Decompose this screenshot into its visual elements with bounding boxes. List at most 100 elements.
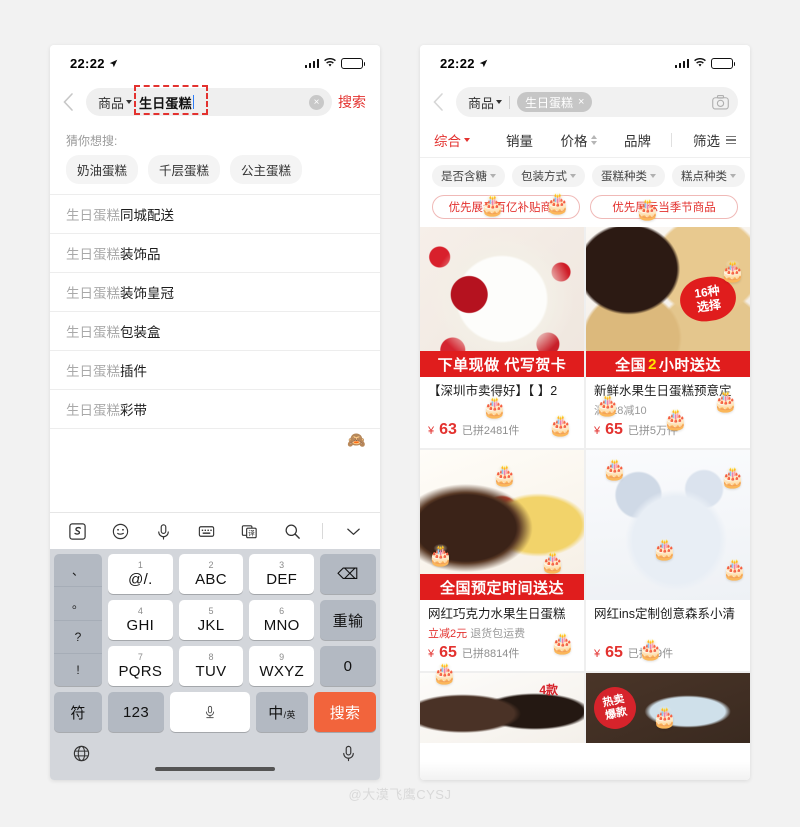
product-banner: 全国预定时间送达	[420, 574, 584, 600]
keyword-wrapper: 生日蛋糕	[134, 84, 309, 115]
tab-filter[interactable]: 筛选	[676, 130, 736, 150]
search-input-container[interactable]: 商品 生日蛋糕 ×	[86, 84, 332, 116]
key-8[interactable]: 8 TUV	[178, 646, 244, 686]
search-icon[interactable]	[279, 518, 305, 544]
filter-chip[interactable]: 蛋糕种类	[592, 165, 665, 187]
tab-price[interactable]: 价格	[549, 130, 608, 150]
key-exclaim[interactable]: !	[54, 654, 102, 686]
suggestion-chip[interactable]: 奶油蛋糕	[66, 155, 139, 184]
key-comma[interactable]: 、	[54, 554, 102, 588]
suggestion-prefix: 生日蛋糕	[66, 364, 120, 379]
globe-icon[interactable]	[72, 744, 91, 768]
symbol-key[interactable]: 符	[54, 692, 102, 732]
promo-button[interactable]: 优先展示百亿补贴商品	[432, 195, 580, 219]
collapse-icon[interactable]	[340, 518, 366, 544]
key-0[interactable]: 0	[319, 646, 376, 686]
battery-icon: ⚡	[711, 57, 735, 69]
product-image: 热卖 爆款	[586, 673, 750, 743]
list-item[interactable]: 生日蛋糕 装饰品	[50, 234, 380, 273]
search-input[interactable]: 生日蛋糕	[139, 93, 192, 112]
divider	[509, 95, 511, 109]
product-card[interactable]: 全国预定时间送达 网红巧克力水果生日蛋糕 立减2元 退货包运费 ¥ 65 已拼8…	[420, 450, 584, 671]
text-cursor	[192, 95, 195, 109]
left-search-bar: 商品 生日蛋糕 × 搜索	[50, 81, 380, 123]
chevron-down-icon	[730, 174, 736, 178]
product-card[interactable]: 4款	[420, 673, 584, 743]
tab-sales[interactable]: 销量	[490, 130, 549, 150]
product-card[interactable]: 下单现做 代写贺卡 【深圳市卖得好】【 】2 ¥ 63 已拼2481件	[420, 227, 584, 448]
product-card[interactable]: 网红ins定制创意森系小清 ¥ 65 已拼49件	[586, 450, 750, 671]
key-2[interactable]: 2 ABC	[178, 554, 244, 594]
suggestion-chip[interactable]: 公主蛋糕	[230, 155, 303, 184]
filter-chip[interactable]: 是否含糖	[432, 165, 505, 187]
numeric-key[interactable]: 123	[108, 692, 164, 732]
list-item[interactable]: 生日蛋糕 插件	[50, 351, 380, 390]
keyboard-icon[interactable]	[193, 518, 219, 544]
search-button[interactable]: 搜索	[338, 92, 366, 112]
category-selector[interactable]: 商品	[468, 93, 503, 112]
category-selector[interactable]: 商品	[98, 93, 133, 112]
key-3[interactable]: 3 DEF	[249, 554, 314, 594]
mic-icon[interactable]	[339, 744, 358, 768]
product-image: 下单现做 代写贺卡	[420, 227, 584, 377]
camera-icon[interactable]	[711, 93, 730, 112]
promo-button[interactable]: 优先展示当季节商品	[590, 195, 738, 219]
key-9[interactable]: 9 WXYZ	[249, 646, 314, 686]
status-bar-left: 22:22 ⚡	[50, 45, 380, 81]
product-badge: 4款	[539, 683, 558, 697]
list-item[interactable]: 生日蛋糕 装饰皇冠	[50, 273, 380, 312]
tab-comprehensive[interactable]: 综合	[434, 130, 490, 150]
product-card[interactable]: 热卖 爆款	[586, 673, 750, 743]
suggestion-suffix: 装饰品	[120, 247, 161, 262]
sort-arrows-icon	[590, 135, 597, 145]
category-label: 商品	[98, 95, 125, 111]
filter-chip[interactable]: 包装方式	[512, 165, 585, 187]
product-card[interactable]: 16种 选择 全国 2 小时送达 新鲜水果生日蛋糕预意定 满128减10 ¥ 6…	[586, 227, 750, 448]
key-5[interactable]: 5 JKL	[178, 600, 244, 640]
keyboard-rows: 、 。 ? ! 1 @/. 2 ABC 3 DEF ⌫ 4 GHI 5 JKL …	[50, 549, 380, 732]
key-4[interactable]: 4 GHI	[108, 600, 173, 640]
list-item[interactable]: 生日蛋糕 彩带	[50, 390, 380, 429]
enter-search-key[interactable]: 搜索	[314, 692, 376, 732]
chevron-down-icon	[496, 100, 503, 104]
monkey-icon: 🙈	[347, 432, 366, 449]
translate-icon[interactable]: 译	[236, 518, 262, 544]
tab-brand[interactable]: 品牌	[608, 130, 667, 150]
filter-chip[interactable]: 糕点种类	[672, 165, 745, 187]
sogou-logo-icon[interactable]	[64, 518, 90, 544]
product-subtitle	[594, 625, 742, 639]
redo-key[interactable]: 重输	[319, 600, 376, 640]
suggestion-chip[interactable]: 千层蛋糕	[148, 155, 221, 184]
key-question[interactable]: ?	[54, 621, 102, 654]
guess-you-want-label: 猜你想搜:	[66, 134, 118, 148]
key-6[interactable]: 6 MNO	[249, 600, 314, 640]
back-icon[interactable]	[428, 91, 450, 113]
key-1[interactable]: 1 @/.	[108, 554, 173, 594]
voice-icon[interactable]	[150, 518, 176, 544]
close-icon[interactable]: ×	[578, 96, 584, 108]
space-key[interactable]	[170, 692, 250, 732]
list-item[interactable]: 生日蛋糕 包装盒	[50, 312, 380, 351]
product-discount: 立减2元	[428, 628, 468, 640]
divider	[671, 133, 672, 147]
list-item[interactable]: 生日蛋糕 同城配送	[50, 195, 380, 234]
key-period[interactable]: 。	[54, 587, 102, 621]
category-label: 商品	[468, 95, 495, 111]
search-field[interactable]: 商品 生日蛋糕 ×	[456, 87, 738, 117]
product-info: 网红巧克力水果生日蛋糕 立减2元 退货包运费 ¥ 65 已拼8814件	[420, 600, 584, 671]
keyword-tag[interactable]: 生日蛋糕 ×	[517, 92, 593, 112]
chevron-down-icon	[650, 174, 656, 178]
suggestion-chips: 奶油蛋糕 千层蛋糕 公主蛋糕	[50, 155, 380, 194]
back-icon[interactable]	[58, 91, 80, 113]
backspace-key[interactable]: ⌫	[319, 554, 376, 594]
chevron-down-icon	[126, 100, 133, 104]
emoji-icon[interactable]	[107, 518, 133, 544]
key-7[interactable]: 7 PQRS	[108, 646, 173, 686]
language-toggle-key[interactable]: 中/英	[256, 692, 308, 732]
clear-input-icon[interactable]: ×	[309, 94, 324, 110]
product-info: 新鲜水果生日蛋糕预意定 满128减10 ¥ 65 已拼5万件	[586, 377, 750, 448]
product-image	[586, 450, 750, 600]
product-banner: 下单现做 代写贺卡	[420, 351, 584, 377]
chevron-down-icon	[570, 174, 576, 178]
suggestion-list: 生日蛋糕 同城配送 生日蛋糕 装饰品 生日蛋糕 装饰皇冠 生日蛋糕 包装盒 生日…	[50, 194, 380, 429]
